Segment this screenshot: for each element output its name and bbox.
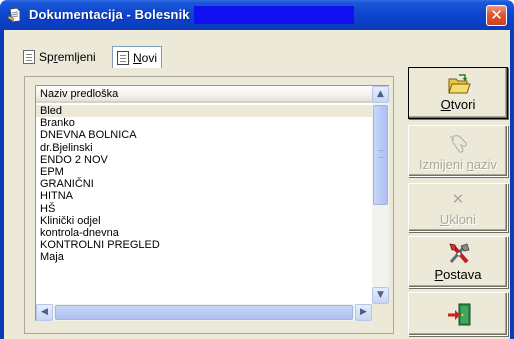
window-frame-right — [510, 30, 514, 339]
otvori-label: Otvori — [440, 97, 476, 112]
list-item[interactable]: Bled — [36, 105, 372, 118]
izmijeni-naziv-label: Izmijeni naziv — [418, 157, 498, 172]
izmijeni-naziv-button[interactable]: Izmijeni naziv — [408, 125, 508, 177]
list-item[interactable]: DNEVNA BOLNICA — [36, 129, 372, 141]
tools-icon — [449, 243, 470, 264]
window-title: Dokumentacija - Bolesnik — [29, 7, 190, 22]
open-folder-icon — [448, 74, 471, 94]
grip-icon — [378, 150, 384, 158]
list-item[interactable]: Klinički odjel — [36, 215, 372, 227]
list-item[interactable]: KONTROLNI PREGLED — [36, 239, 372, 251]
list-item[interactable]: Maja — [36, 251, 372, 263]
exit-button[interactable] — [408, 292, 508, 336]
scroll-right-button[interactable]: ▶ — [355, 304, 372, 321]
list-item[interactable]: HŠ — [36, 203, 372, 215]
list-item[interactable]: dr.Bjelinski — [36, 142, 372, 154]
list-item[interactable]: kontrola-dnevna — [36, 227, 372, 239]
scroll-corner — [372, 304, 389, 321]
title-highlight — [194, 6, 354, 24]
tab-spremljeni[interactable]: Spremljeni — [18, 46, 101, 68]
document-icon — [117, 50, 129, 65]
tab-novi-label: Novi — [133, 50, 158, 65]
scroll-up-button[interactable]: ▲ — [372, 86, 389, 103]
horizontal-scrollbar[interactable]: ◀ ▶ — [36, 304, 372, 321]
tab-novi[interactable]: Novi — [112, 46, 163, 68]
ukloni-button[interactable]: ✕ Ukloni — [408, 183, 508, 232]
tab-spremljeni-label: Spremljeni — [39, 50, 96, 64]
column-header-naziv[interactable]: Naziv predloška — [36, 86, 372, 103]
delete-x-icon: ✕ — [451, 190, 465, 208]
document-icon — [23, 50, 35, 64]
postava-label: Postava — [434, 267, 482, 282]
ukloni-label: Ukloni — [439, 212, 477, 227]
list-item[interactable]: Branko — [36, 117, 372, 129]
list-item[interactable]: EPM — [36, 166, 372, 178]
rename-hand-icon — [449, 135, 467, 153]
horizontal-scroll-thumb[interactable] — [55, 305, 353, 320]
vertical-scrollbar[interactable]: ▲ ▼ — [372, 86, 389, 304]
otvori-button[interactable]: Otvori — [408, 67, 508, 119]
postava-button[interactable]: Postava — [408, 236, 508, 288]
exit-door-icon — [448, 303, 471, 326]
scroll-left-button[interactable]: ◀ — [36, 304, 53, 321]
scroll-down-button[interactable]: ▼ — [372, 287, 389, 304]
list-item[interactable]: HITNA — [36, 190, 372, 202]
app-document-icon — [7, 7, 21, 23]
close-button[interactable]: ✕ — [486, 5, 507, 26]
list-item[interactable]: GRANIČNI — [36, 178, 372, 190]
vertical-scroll-thumb[interactable] — [373, 105, 388, 205]
template-list[interactable]: Naziv predloška Bled Branko DNEVNA BOLNI… — [35, 85, 389, 321]
template-rows: Bled Branko DNEVNA BOLNICA dr.Bjelinski … — [36, 105, 372, 263]
dialog-body: Spremljeni Novi Naziv predloška Bled Bra… — [4, 30, 510, 339]
list-item[interactable]: ENDO 2 NOV — [36, 154, 372, 166]
title-bar[interactable]: Dokumentacija - Bolesnik ✕ — [0, 0, 514, 30]
